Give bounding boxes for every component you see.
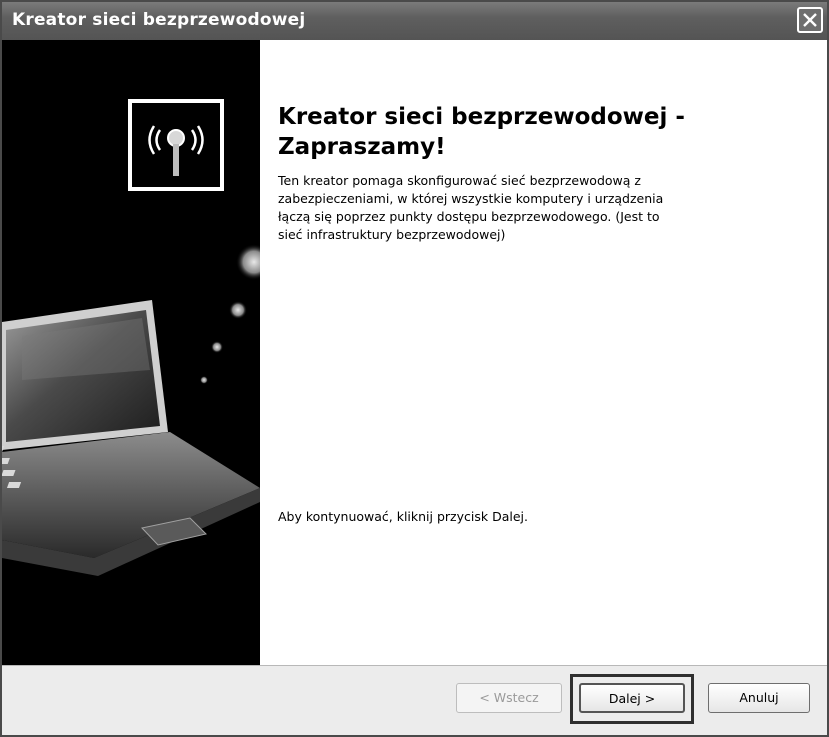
side-panel [2, 40, 260, 665]
page-heading: Kreator sieci bezprzewodowej - Zapraszam… [278, 102, 798, 162]
title-bar[interactable]: Kreator sieci bezprzewodowej [2, 2, 827, 40]
continue-instruction: Aby kontynuować, kliknij przycisk Dalej. [278, 509, 528, 524]
description-line: łączą się poprzez punkty dostępu bezprze… [278, 209, 660, 224]
window-title: Kreator sieci bezprzewodowej [12, 10, 306, 30]
wizard-window: Kreator sieci bezprzewodowej Kreator sie… [0, 0, 829, 737]
close-button[interactable] [797, 7, 823, 33]
wizard-content: Kreator sieci bezprzewodowej - Zapraszam… [2, 40, 827, 665]
description-text: Ten kreator pomaga skonfigurować sieć be… [278, 172, 783, 244]
wireless-antenna-icon [128, 99, 224, 191]
heading-line-1: Kreator sieci bezprzewodowej - [278, 104, 685, 130]
close-icon [803, 13, 817, 27]
cancel-button[interactable]: Anuluj [708, 683, 810, 713]
back-button[interactable]: < Wstecz [456, 683, 562, 713]
laptop-wireless-illustration [2, 99, 260, 576]
heading-line-2: Zapraszamy! [278, 134, 446, 160]
main-text-area: Kreator sieci bezprzewodowej - Zapraszam… [276, 40, 806, 665]
next-button[interactable]: Dalej > [579, 683, 685, 713]
description-line: zabezpieczeniami, w której wszystkie kom… [278, 191, 664, 206]
button-bar: < Wstecz Dalej > Anuluj [2, 665, 827, 735]
description-line: Ten kreator pomaga skonfigurować sieć be… [278, 173, 641, 188]
description-line: sieć infrastruktury bezprzewodowej) [278, 227, 506, 242]
